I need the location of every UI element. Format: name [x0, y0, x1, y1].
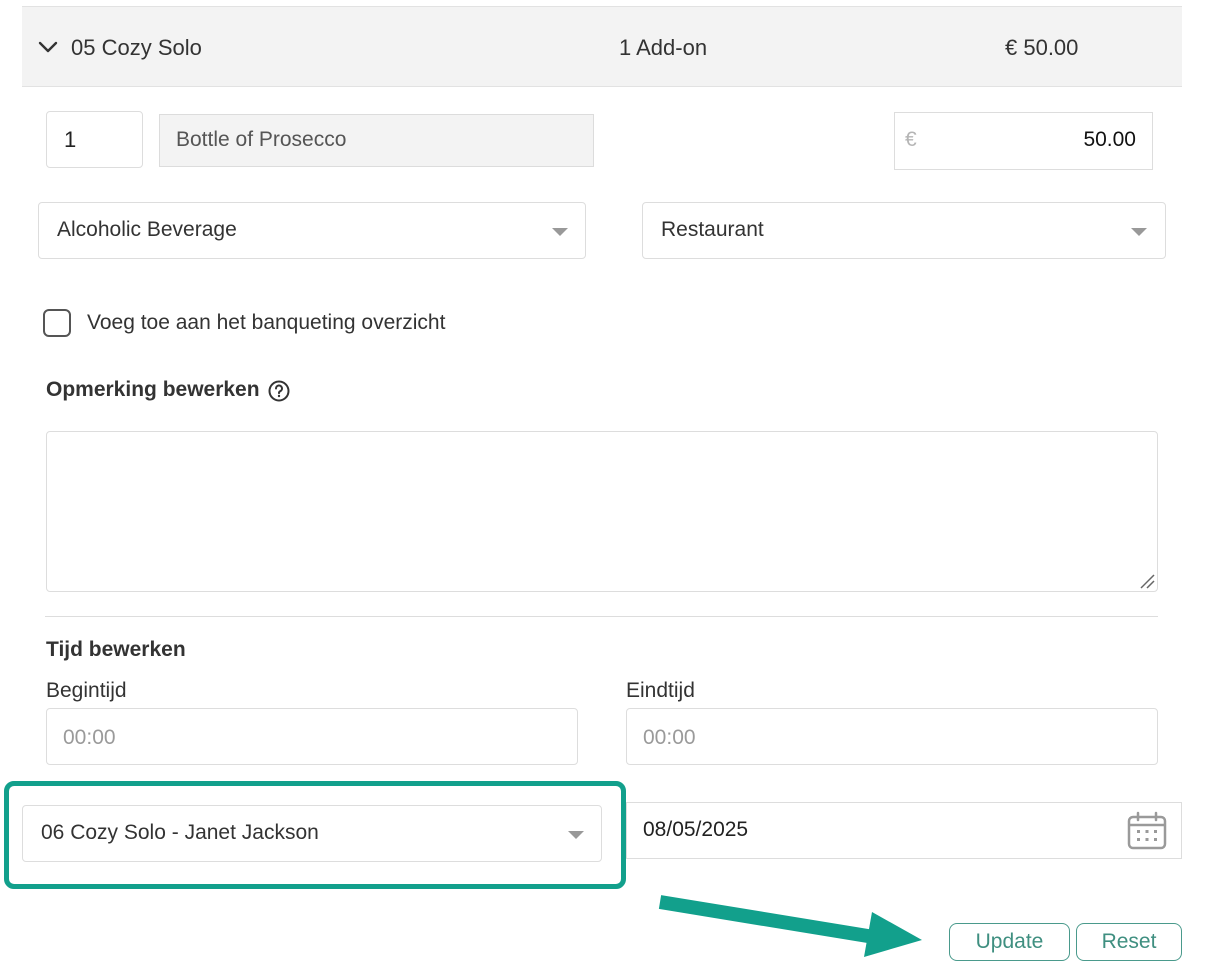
category-caret-icon [552, 228, 568, 236]
question-circle-icon[interactable] [268, 380, 290, 402]
arrow-annotation [658, 895, 922, 957]
price-value: 50.00 [1083, 128, 1136, 151]
section-divider [45, 616, 1158, 617]
remark-title: Opmerking bewerken [46, 378, 260, 401]
currency-symbol: € [905, 128, 917, 151]
end-time-placeholder: 00:00 [643, 726, 696, 749]
date-value: 08/05/2025 [643, 818, 749, 841]
booking-caret-icon [568, 831, 584, 839]
reset-button[interactable]: Reset [1076, 923, 1182, 961]
quantity-input[interactable] [46, 111, 143, 168]
outlet-caret-icon [1131, 228, 1147, 236]
remark-textarea[interactable] [46, 431, 1158, 592]
end-time-input[interactable] [626, 708, 1158, 765]
line-item-title: 05 Cozy Solo [71, 35, 202, 60]
calendar-icon[interactable] [1127, 811, 1167, 851]
end-time-label: Eindtijd [626, 679, 695, 702]
time-title: Tijd bewerken [46, 638, 186, 661]
start-time-input[interactable] [46, 708, 578, 765]
line-item-total: € 50.00 [1005, 35, 1079, 60]
resize-handle-icon[interactable] [1139, 573, 1155, 589]
quantity-value: 1 [64, 127, 77, 152]
outlet-select-value: Restaurant [661, 218, 764, 241]
banqueting-checkbox[interactable] [43, 309, 71, 337]
banqueting-checkbox-label[interactable]: Voeg toe aan het banqueting overzicht [87, 311, 445, 335]
start-time-placeholder: 00:00 [63, 726, 116, 749]
booking-select-value: 06 Cozy Solo - Janet Jackson [41, 821, 319, 844]
addon-name-value: Bottle of Prosecco [176, 128, 347, 151]
chevron-down-icon[interactable] [37, 36, 59, 58]
line-item-addon-count: 1 Add-on [619, 35, 708, 60]
start-time-label: Begintijd [46, 679, 127, 702]
category-select-value: Alcoholic Beverage [57, 218, 237, 241]
update-button[interactable]: Update [949, 923, 1070, 961]
